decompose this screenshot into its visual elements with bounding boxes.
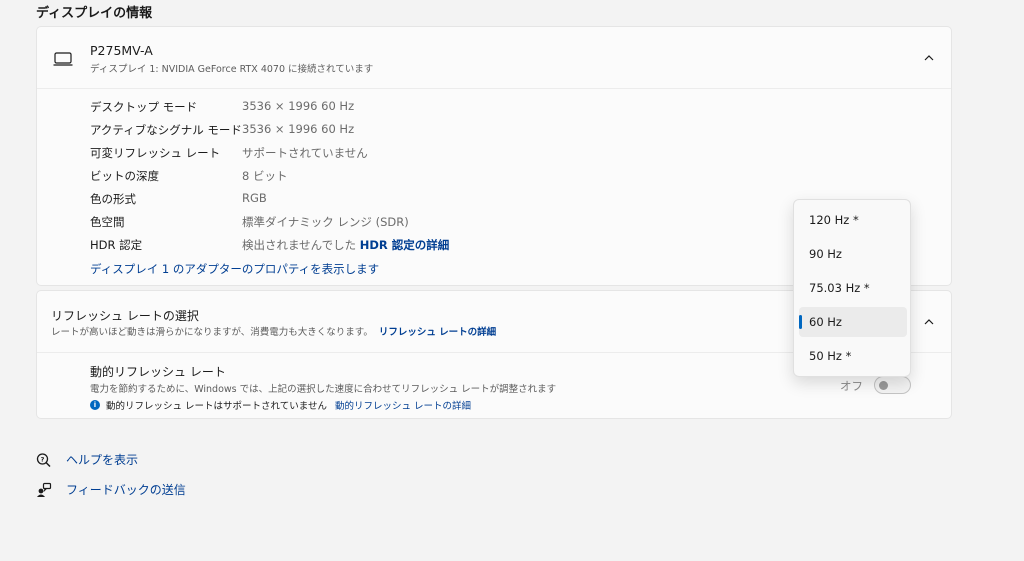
dropdown-option[interactable]: 50 Hz * <box>799 341 907 371</box>
info-label: 色空間 <box>90 215 125 229</box>
info-icon: i <box>90 400 100 410</box>
info-label: ビットの深度 <box>90 169 159 183</box>
dynamic-refresh-details-link[interactable]: 動的リフレッシュ レートの詳細 <box>335 398 471 412</box>
chevron-up-icon[interactable] <box>921 50 937 66</box>
dropdown-option-label: 60 Hz <box>809 315 842 329</box>
dropdown-option[interactable]: 120 Hz * <box>799 205 907 235</box>
help-label: ヘルプを表示 <box>66 453 139 467</box>
refresh-rate-description: レートが高いほど動きは滑らかになりますが、消費電力も大きくなります。 <box>51 327 373 338</box>
feedback-link[interactable]: フィードバックの送信 <box>36 481 186 498</box>
dynamic-refresh-toggle[interactable] <box>874 376 911 394</box>
monitor-icon <box>53 52 73 66</box>
help-icon: ? <box>36 452 51 467</box>
dynamic-refresh-note-text: 動的リフレッシュ レートはサポートされていません <box>106 401 327 412</box>
info-value: 8 ビット <box>242 169 288 183</box>
feedback-icon <box>37 482 52 497</box>
section-title: ディスプレイの情報 <box>36 6 153 21</box>
display-info-header[interactable]: P275MV-A ディスプレイ 1: NVIDIA GeForce RTX 40… <box>37 27 951 89</box>
info-value: 3536 × 1996 60 Hz <box>242 99 355 113</box>
info-value: 標準ダイナミック レンジ (SDR) <box>242 215 409 229</box>
refresh-rate-details-link[interactable]: リフレッシュ レートの詳細 <box>379 327 496 338</box>
toggle-knob <box>879 381 888 390</box>
info-label: 色の形式 <box>90 192 136 206</box>
hdr-label: HDR 認定 <box>90 238 143 252</box>
toggle-label: オフ <box>840 379 863 393</box>
refresh-rate-dropdown[interactable]: 120 Hz * 90 Hz 75.03 Hz * 60 Hz 50 Hz * <box>793 199 911 377</box>
feedback-label: フィードバックの送信 <box>66 483 186 497</box>
display-subtitle: ディスプレイ 1: NVIDIA GeForce RTX 4070 に接続されて… <box>90 64 374 75</box>
dynamic-refresh-subtitle: 電力を節約するために、Windows では、上記の選択した速度に合わせてリフレッ… <box>90 384 557 395</box>
svg-text:?: ? <box>41 455 45 463</box>
hdr-value: 検出されませんでした <box>242 238 357 252</box>
adapter-properties-link[interactable]: ディスプレイ 1 のアダプターのプロパティを表示します <box>90 261 379 277</box>
hdr-value-row: 検出されませんでした HDR 認定の詳細 <box>242 237 449 253</box>
dropdown-option[interactable]: 90 Hz <box>799 239 907 269</box>
dynamic-refresh-title: 動的リフレッシュ レート <box>90 365 226 379</box>
dropdown-option-selected[interactable]: 60 Hz <box>799 307 907 337</box>
hdr-details-link[interactable]: HDR 認定の詳細 <box>360 238 450 252</box>
info-value: 3536 × 1996 60 Hz <box>242 122 355 136</box>
info-label: アクティブなシグナル モード <box>90 123 242 137</box>
info-value: サポートされていません <box>242 146 368 160</box>
refresh-rate-title: リフレッシュ レートの選択 <box>51 309 199 323</box>
refresh-rate-subtitle: レートが高いほど動きは滑らかになりますが、消費電力も大きくなります。 リフレッシュ… <box>51 324 496 338</box>
chevron-up-icon[interactable] <box>921 314 937 330</box>
dynamic-refresh-note: i 動的リフレッシュ レートはサポートされていません 動的リフレッシュ レートの… <box>90 398 471 412</box>
dropdown-option[interactable]: 75.03 Hz * <box>799 273 907 303</box>
display-name: P275MV-A <box>90 43 153 58</box>
info-label: デスクトップ モード <box>90 100 198 114</box>
info-label: 可変リフレッシュ レート <box>90 146 221 160</box>
selection-indicator <box>799 315 802 329</box>
info-value: RGB <box>242 191 267 205</box>
help-link[interactable]: ? ヘルプを表示 <box>36 451 138 468</box>
